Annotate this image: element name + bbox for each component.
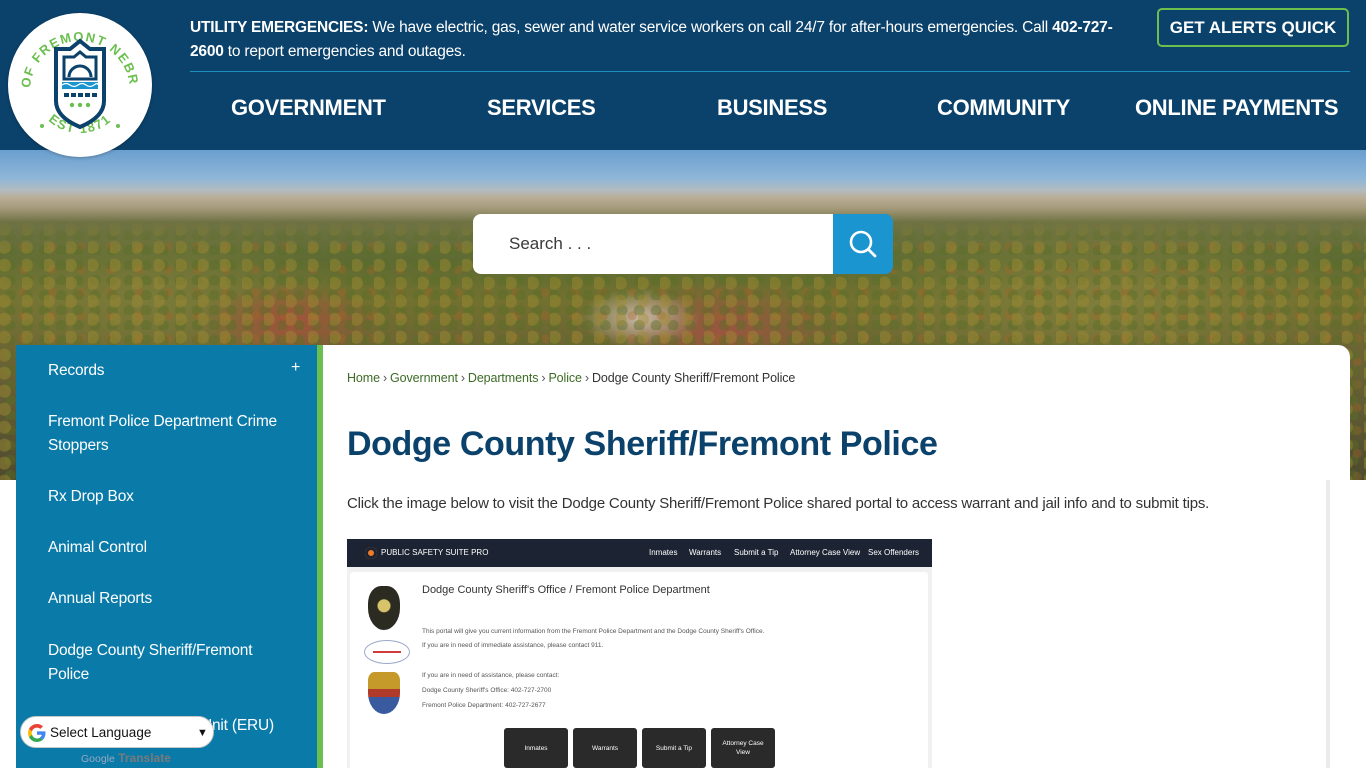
utility-emergency-notice: UTILITY EMERGENCIES: We have electric, g… — [190, 16, 1145, 64]
page-title: Dodge County Sheriff/Fremont Police — [347, 425, 938, 463]
portal-nav-inmates: Inmates — [649, 548, 678, 557]
search-input[interactable] — [473, 214, 833, 274]
breadcrumb: Home › Government › Departments › Police › Dodge… — [347, 371, 795, 385]
portal-button-inmates: Inmates — [504, 728, 568, 768]
header-divider — [190, 71, 1350, 72]
language-select-label: Select Language — [50, 725, 152, 740]
portal-body: Dodge County Sheriff's Office / Fremont … — [350, 572, 928, 768]
alert-label: UTILITY EMERGENCIES: — [190, 19, 369, 36]
911-logo-icon — [364, 640, 410, 664]
alert-text: We have electric, gas, sewer and water s… — [368, 19, 1053, 36]
portal-line: If you are in need of assistance, please… — [422, 672, 560, 679]
breadcrumb-government[interactable]: Government — [390, 371, 458, 385]
google-g-icon — [28, 724, 46, 742]
nav-online-payments[interactable]: ONLINE PAYMENTS — [1135, 88, 1339, 128]
google-translate-credit[interactable]: Google Translate — [81, 751, 171, 765]
breadcrumb-separator: › — [584, 371, 589, 385]
breadcrumb-separator: › — [382, 371, 388, 385]
city-logo[interactable]: CITY OF FREMONT NEBRASKA EST 1871 — [8, 13, 152, 157]
portal-nav-sex-offenders: Sex Offenders — [868, 548, 919, 557]
nav-government[interactable]: GOVERNMENT — [231, 88, 386, 128]
portal-line: Dodge County Sheriff's Office: 402-727-2… — [422, 687, 552, 694]
portal-line: This portal will give you current inform… — [422, 628, 765, 635]
google-wordmark: Google — [81, 753, 115, 765]
portal-link-image[interactable]: PUBLIC SAFETY SUITE PRO Inmates Warrants… — [347, 539, 932, 768]
get-alerts-button[interactable]: GET ALERTS QUICK — [1157, 8, 1349, 47]
breadcrumb-departments[interactable]: Departments — [468, 371, 539, 385]
sheriff-badge-icon — [368, 586, 400, 630]
sidebar-item-animal-control[interactable]: Animal Control — [48, 536, 288, 560]
intro-text: Click the image below to visit the Dodge… — [347, 495, 1210, 512]
breadcrumb-separator: › — [460, 371, 465, 385]
portal-button-attorney: Attorney Case View — [711, 728, 775, 768]
sidebar-item-annual-reports[interactable]: Annual Reports — [48, 587, 288, 611]
portal-line: If you are in need of immediate assistan… — [422, 642, 604, 649]
expand-plus-icon[interactable]: + — [291, 359, 300, 377]
language-select[interactable]: Select Language ▼ — [20, 716, 214, 748]
portal-button-warrants: Warrants — [573, 728, 637, 768]
page-edge-strip — [1326, 480, 1330, 768]
site-header: UTILITY EMERGENCIES: We have electric, g… — [0, 0, 1366, 150]
portal-line: Fremont Police Department: 402-727-2677 — [422, 702, 546, 709]
portal-heading: Dodge County Sheriff's Office / Fremont … — [422, 584, 710, 596]
city-seal-icon: CITY OF FREMONT NEBRASKA EST 1871 — [8, 13, 140, 136]
portal-brand: PUBLIC SAFETY SUITE PRO — [381, 548, 489, 557]
search-button[interactable] — [833, 214, 893, 274]
sidebar-item-crime-stoppers[interactable]: Fremont Police Department Crime Stoppers — [48, 410, 288, 458]
sidebar-item-records[interactable]: Records — [48, 359, 288, 383]
portal-topbar: PUBLIC SAFETY SUITE PRO Inmates Warrants… — [347, 539, 932, 567]
chevron-down-icon: ▼ — [197, 727, 208, 739]
main-nav: GOVERNMENT SERVICES BUSINESS COMMUNITY O… — [190, 88, 1350, 128]
portal-nav-attorney: Attorney Case View — [790, 548, 861, 557]
portal-nav-submit-tip: Submit a Tip — [734, 548, 779, 557]
translate-wordmark: Translate — [118, 751, 171, 765]
site-search — [473, 214, 893, 274]
nav-business[interactable]: BUSINESS — [717, 88, 827, 128]
content-card: Home › Government › Departments › Police › Dodge… — [323, 345, 1350, 768]
nav-services[interactable]: SERVICES — [487, 88, 596, 128]
portal-button-submit-tip: Submit a Tip — [642, 728, 706, 768]
portal-logo-icon — [365, 547, 377, 559]
breadcrumb-separator: › — [541, 371, 546, 385]
alert-text-end: to report emergencies and outages. — [223, 43, 466, 60]
sidebar-item-dodge-county-sheriff[interactable]: Dodge County Sheriff/Fremont Police — [48, 639, 268, 687]
nav-community[interactable]: COMMUNITY — [937, 88, 1070, 128]
breadcrumb-home[interactable]: Home — [347, 371, 380, 385]
sidebar-accent-bar — [317, 345, 323, 768]
police-badge-icon — [368, 672, 400, 714]
section-sidebar: Records + Fremont Police Department Crim… — [16, 345, 317, 768]
portal-nav-warrants: Warrants — [689, 548, 722, 557]
sidebar-item-rx-drop-box[interactable]: Rx Drop Box — [48, 485, 288, 509]
search-icon — [849, 230, 877, 258]
breadcrumb-police[interactable]: Police — [548, 371, 582, 385]
breadcrumb-current: Dodge County Sheriff/Fremont Police — [591, 371, 796, 385]
